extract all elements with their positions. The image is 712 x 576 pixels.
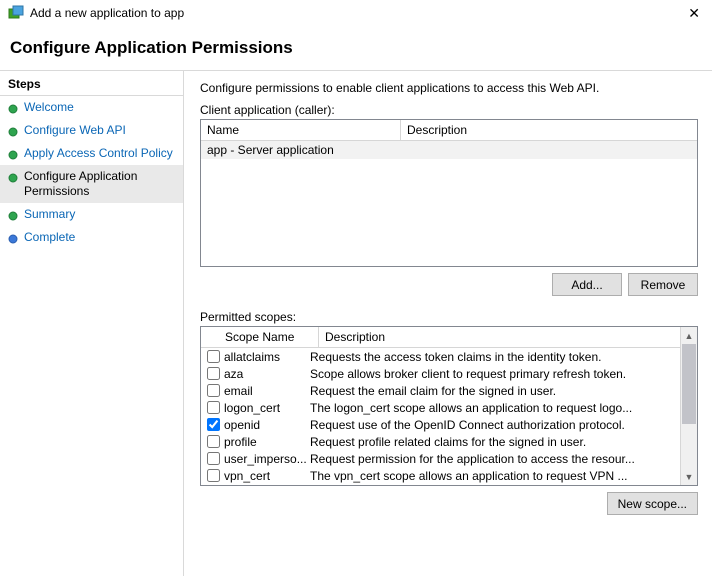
step-bullet-icon	[8, 210, 18, 220]
step-item[interactable]: Complete	[0, 226, 183, 249]
scope-name: logon_cert	[224, 401, 308, 415]
new-scope-button[interactable]: New scope...	[607, 492, 698, 515]
step-label: Configure Application Permissions	[24, 169, 179, 199]
scope-checkbox[interactable]	[207, 418, 220, 431]
step-item[interactable]: Configure Web API	[0, 119, 183, 142]
scroll-down-icon[interactable]: ▼	[681, 468, 697, 485]
scope-checkbox[interactable]	[207, 350, 220, 363]
scopes-label: Permitted scopes:	[200, 310, 698, 324]
scope-row[interactable]: azaScope allows broker client to request…	[201, 365, 680, 382]
client-app-row[interactable]: app - Server application	[201, 141, 697, 159]
client-app-name: app - Server application	[201, 141, 401, 159]
step-item[interactable]: Welcome	[0, 96, 183, 119]
scope-description: Request profile related claims for the s…	[308, 435, 676, 449]
caller-label: Client application (caller):	[200, 103, 698, 117]
scope-row[interactable]: logon_certThe logon_cert scope allows an…	[201, 399, 680, 416]
page-title: Configure Application Permissions	[0, 24, 712, 71]
scope-description: Request the email claim for the signed i…	[308, 384, 676, 398]
column-header-scope-name[interactable]: Scope Name	[219, 327, 319, 348]
steps-sidebar: Steps Welcome Configure Web API Apply Acce…	[0, 71, 183, 576]
column-header-checkbox	[201, 327, 219, 348]
scope-name: email	[224, 384, 308, 398]
column-header-name[interactable]: Name	[201, 120, 401, 141]
scope-description: Scope allows broker client to request pr…	[308, 367, 676, 381]
scope-checkbox[interactable]	[207, 384, 220, 397]
step-bullet-icon	[8, 149, 18, 159]
step-label: Apply Access Control Policy	[24, 146, 173, 161]
step-label: Configure Web API	[24, 123, 126, 138]
column-header-description[interactable]: Description	[401, 120, 697, 141]
scope-name: profile	[224, 435, 308, 449]
add-button[interactable]: Add...	[552, 273, 622, 296]
scope-checkbox[interactable]	[207, 469, 220, 482]
step-bullet-icon	[8, 172, 18, 182]
step-label: Summary	[24, 207, 75, 222]
scope-description: The logon_cert scope allows an applicati…	[308, 401, 676, 415]
client-app-list-header: Name Description	[201, 120, 697, 141]
scope-row[interactable]: user_imperso...Request permission for th…	[201, 450, 680, 467]
scope-checkbox[interactable]	[207, 435, 220, 448]
step-item[interactable]: Apply Access Control Policy	[0, 142, 183, 165]
window-title: Add a new application to app	[30, 6, 684, 20]
step-bullet-icon	[8, 233, 18, 243]
instruction-text: Configure permissions to enable client a…	[200, 81, 698, 95]
scroll-thumb[interactable]	[682, 344, 696, 424]
main-pane: Configure permissions to enable client a…	[183, 71, 712, 576]
step-bullet-icon	[8, 103, 18, 113]
client-app-desc	[401, 141, 697, 159]
scopes-list-header: Scope Name Description	[201, 327, 680, 348]
step-bullet-icon	[8, 126, 18, 136]
scroll-up-icon[interactable]: ▲	[681, 327, 697, 344]
scope-checkbox[interactable]	[207, 367, 220, 380]
scopes-scrollbar[interactable]: ▲ ▼	[680, 327, 697, 485]
scope-row[interactable]: emailRequest the email claim for the sig…	[201, 382, 680, 399]
scope-checkbox[interactable]	[207, 452, 220, 465]
step-label: Welcome	[24, 100, 74, 115]
scope-name: user_imperso...	[224, 452, 308, 466]
scope-name: vpn_cert	[224, 469, 308, 483]
scope-row[interactable]: profileRequest profile related claims fo…	[201, 433, 680, 450]
scopes-list[interactable]: Scope Name Description allatclaimsReques…	[200, 326, 698, 486]
step-label: Complete	[24, 230, 75, 245]
scope-row[interactable]: openidRequest use of the OpenID Connect …	[201, 416, 680, 433]
scope-name: openid	[224, 418, 308, 432]
scope-description: Request permission for the application t…	[308, 452, 676, 466]
app-icon	[8, 5, 24, 21]
remove-button[interactable]: Remove	[628, 273, 698, 296]
scope-checkbox[interactable]	[207, 401, 220, 414]
title-bar: Add a new application to app ✕	[0, 0, 712, 24]
client-app-list[interactable]: Name Description app - Server applicatio…	[200, 119, 698, 267]
scope-description: The vpn_cert scope allows an application…	[308, 469, 676, 483]
scope-name: allatclaims	[224, 350, 308, 364]
scope-description: Request use of the OpenID Connect author…	[308, 418, 676, 432]
scope-description: Requests the access token claims in the …	[308, 350, 676, 364]
step-item[interactable]: Configure Application Permissions	[0, 165, 183, 203]
scope-row[interactable]: allatclaimsRequests the access token cla…	[201, 348, 680, 365]
scope-name: aza	[224, 367, 308, 381]
close-icon[interactable]: ✕	[684, 6, 704, 20]
step-item[interactable]: Summary	[0, 203, 183, 226]
column-header-scope-description[interactable]: Description	[319, 327, 680, 348]
steps-heading: Steps	[0, 75, 183, 96]
scope-row[interactable]: vpn_certThe vpn_cert scope allows an app…	[201, 467, 680, 484]
